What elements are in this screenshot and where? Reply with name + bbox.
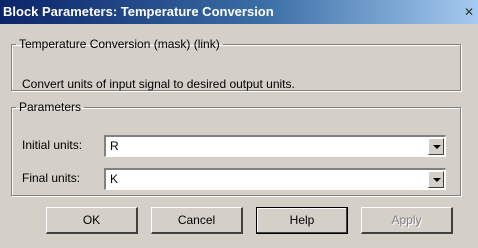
- apply-button[interactable]: Apply: [361, 207, 453, 234]
- initial-units-select[interactable]: R: [104, 135, 446, 157]
- description-group: Temperature Conversion (mask) (link) Con…: [11, 37, 461, 91]
- initial-units-label: Initial units:: [22, 138, 83, 152]
- final-units-select[interactable]: K: [104, 168, 446, 190]
- ok-button[interactable]: OK: [46, 207, 138, 234]
- parameters-group: Parameters Initial units: R Final units:…: [11, 100, 461, 196]
- description-text: Convert units of input signal to desired…: [22, 77, 295, 91]
- chevron-down-icon[interactable]: [428, 171, 444, 188]
- close-icon[interactable]: ✕: [462, 5, 476, 19]
- title-bar[interactable]: Block Parameters: Temperature Conversion…: [0, 0, 478, 24]
- window-title: Block Parameters: Temperature Conversion: [3, 4, 274, 19]
- cancel-button[interactable]: Cancel: [151, 207, 243, 234]
- chevron-down-icon[interactable]: [428, 138, 444, 155]
- final-units-label: Final units:: [22, 171, 81, 185]
- parameters-group-label: Parameters: [19, 100, 82, 114]
- initial-units-value: R: [110, 139, 119, 153]
- description-group-label: Temperature Conversion (mask) (link): [19, 37, 220, 51]
- help-button[interactable]: Help: [256, 207, 348, 234]
- final-units-value: K: [110, 172, 119, 186]
